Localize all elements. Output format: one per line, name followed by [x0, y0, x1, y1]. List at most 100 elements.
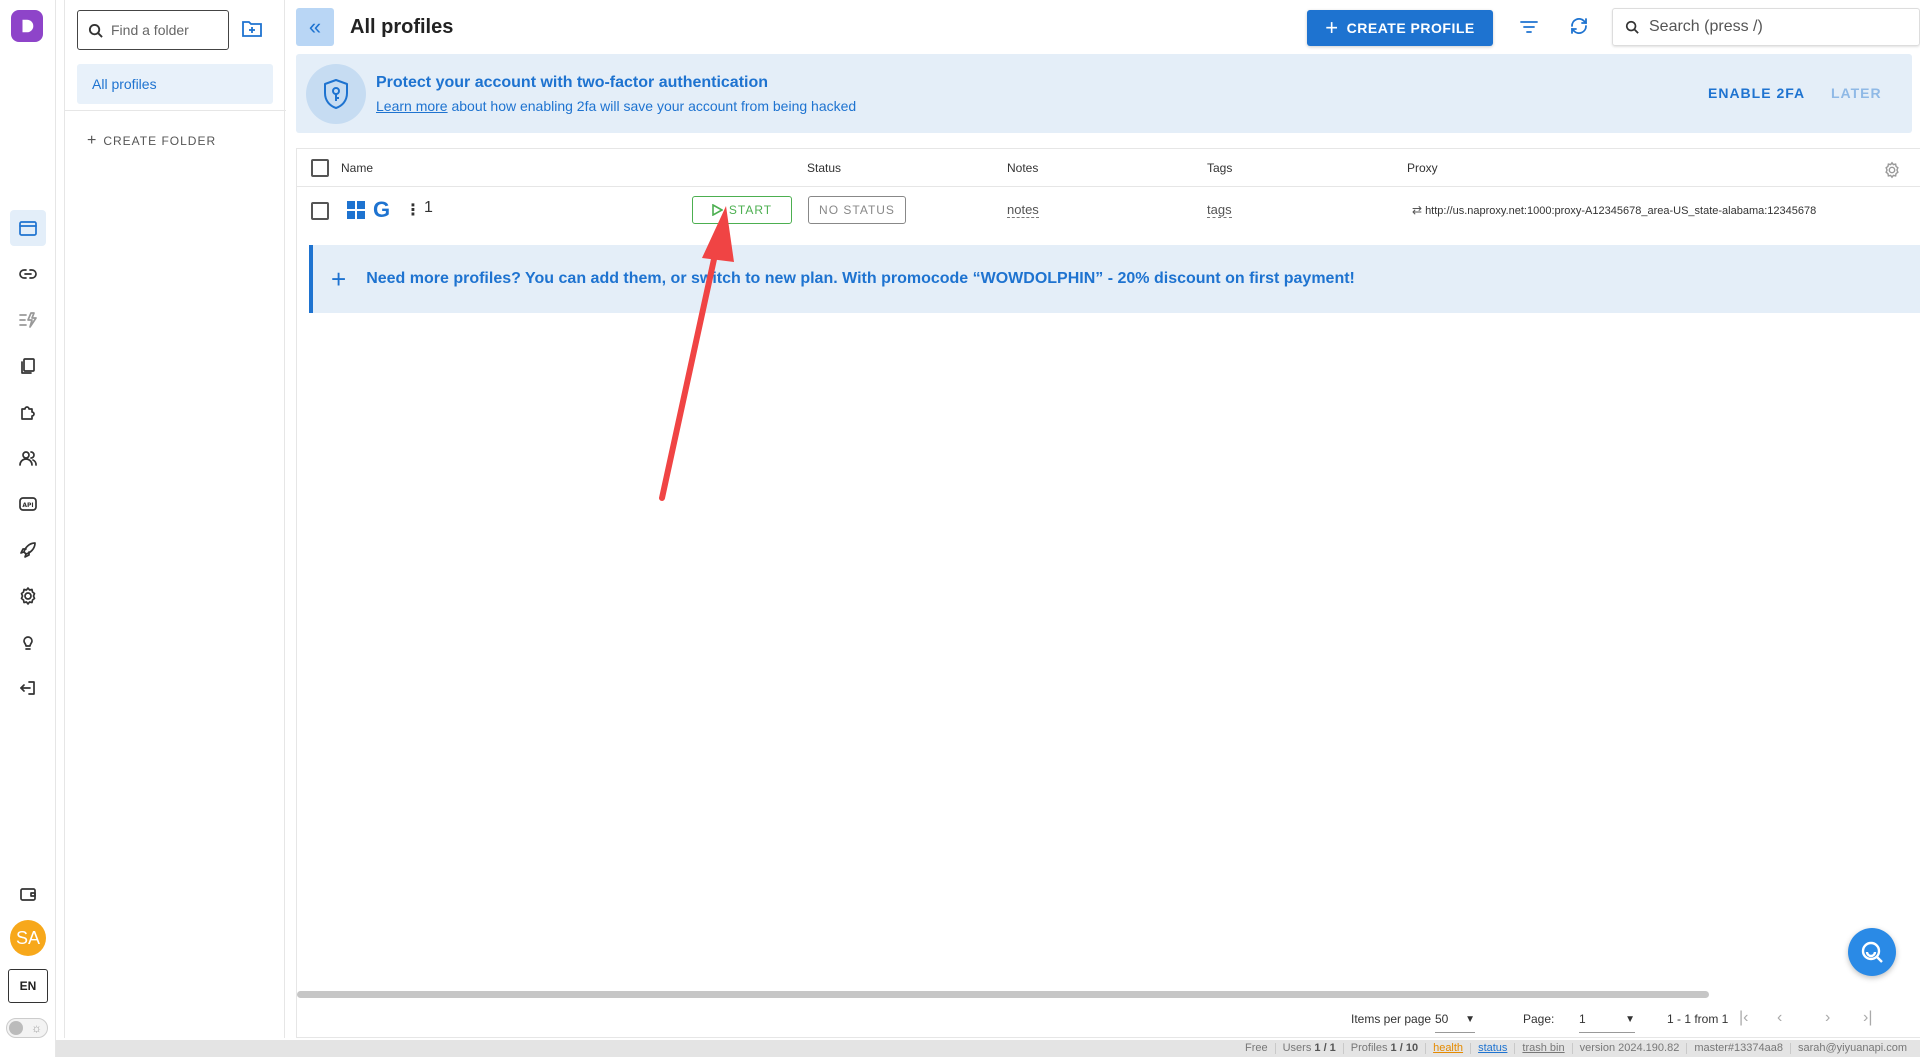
page-select[interactable]: 1 ▼ — [1579, 1012, 1635, 1033]
banner-subtitle-text: about how enabling 2fa will save your ac… — [447, 98, 857, 114]
profile-search-input[interactable] — [1649, 18, 1909, 36]
promo-text: Need more profiles? You can add them, or… — [366, 270, 1355, 287]
table-row[interactable]: G ⋮ 1 START NO STATUS notes tags ⇄ http:/… — [297, 187, 1920, 235]
first-page-icon[interactable]: |‹ — [1739, 1009, 1748, 1027]
wallet-icon[interactable] — [10, 876, 46, 912]
extensions-icon[interactable] — [10, 394, 46, 430]
folder-search-input[interactable] — [111, 22, 221, 38]
account-email: sarah@yiyuanapi.com — [1790, 1043, 1914, 1054]
folder-search[interactable] — [77, 10, 229, 50]
folder-item-all-profiles[interactable]: All profiles — [77, 64, 273, 104]
page-value: 1 — [1579, 1012, 1586, 1026]
row-checkbox[interactable] — [311, 202, 329, 220]
divider — [65, 110, 286, 111]
promo-banner[interactable]: + Need more profiles? You can add them, … — [309, 245, 1920, 313]
page-range: 1 - 1 from 1 — [1667, 1012, 1729, 1026]
windows-icon — [347, 201, 365, 219]
horizontal-scrollbar[interactable] — [297, 991, 1709, 998]
profiles-table: Name Status Notes Tags Proxy G ⋮ 1 START… — [296, 148, 1920, 1038]
select-all-checkbox[interactable] — [311, 159, 329, 177]
main-content: « All profiles + CREATE PROFILE Protect … — [296, 0, 1920, 1038]
status-badge[interactable]: NO STATUS — [808, 196, 906, 224]
logout-icon[interactable] — [10, 670, 46, 706]
help-chat-button[interactable] — [1848, 928, 1896, 976]
pagination: Items per page 50 ▼ Page: 1 ▼ 1 - 1 from 1… — [297, 1001, 1920, 1037]
svg-text:API: API — [22, 502, 33, 509]
two-factor-banner: Protect your account with two-factor aut… — [296, 54, 1912, 133]
browser-profiles-icon[interactable] — [10, 210, 46, 246]
lightbulb-icon[interactable] — [10, 624, 46, 660]
profile-search[interactable] — [1612, 8, 1920, 46]
trash-bin-link[interactable]: trash bin — [1514, 1043, 1571, 1054]
double-chevron-left-icon: « — [308, 14, 322, 39]
build-label: master#13374aa8 — [1686, 1043, 1790, 1054]
column-settings-icon[interactable] — [1883, 161, 1901, 182]
column-tags[interactable]: Tags — [1207, 161, 1232, 175]
plus-icon: + — [331, 263, 347, 294]
theme-toggle[interactable]: ☼ — [6, 1018, 48, 1038]
items-per-page-label: Items per page — [1351, 1012, 1432, 1026]
start-button[interactable]: START — [692, 196, 792, 224]
plus-icon: + — [1325, 15, 1339, 40]
banner-subtitle: Learn more about how enabling 2fa will s… — [376, 98, 856, 114]
notes-cell[interactable]: notes — [1007, 203, 1039, 218]
create-profile-label: CREATE PROFILE — [1346, 20, 1475, 36]
refresh-icon[interactable] — [1568, 15, 1592, 39]
rocket-icon[interactable] — [10, 532, 46, 568]
play-icon — [712, 204, 723, 216]
column-notes[interactable]: Notes — [1007, 161, 1038, 175]
profile-name[interactable]: 1 — [424, 199, 433, 217]
avatar[interactable]: SA — [10, 920, 46, 956]
column-proxy[interactable]: Proxy — [1407, 161, 1438, 175]
copy-icon[interactable] — [10, 348, 46, 384]
plus-icon: + — [87, 132, 98, 149]
caret-down-icon: ▼ — [1465, 1014, 1475, 1025]
caret-down-icon: ▼ — [1625, 1014, 1635, 1025]
profiles-count: Profiles 1 / 10 — [1342, 1043, 1425, 1054]
column-name[interactable]: Name — [341, 161, 373, 175]
create-folder-button[interactable]: + CREATE FOLDER — [87, 132, 217, 149]
settings-icon[interactable] — [10, 578, 46, 614]
version-label: version 2024.190.82 — [1571, 1043, 1687, 1054]
tags-cell[interactable]: tags — [1207, 203, 1232, 218]
folder-panel: All profiles + CREATE FOLDER — [64, 0, 286, 1038]
prev-page-icon[interactable]: ‹ — [1777, 1009, 1782, 1027]
health-link[interactable]: health — [1425, 1043, 1470, 1054]
icon-rail: API SA EN ☼ — [0, 0, 56, 1057]
column-status[interactable]: Status — [807, 161, 841, 175]
automation-icon[interactable] — [10, 302, 46, 338]
table-header: Name Status Notes Tags Proxy — [297, 149, 1920, 187]
next-page-icon[interactable]: › — [1825, 1009, 1830, 1027]
last-page-icon[interactable]: ›| — [1863, 1009, 1872, 1027]
dolphin-logo[interactable] — [11, 10, 43, 42]
more-options-icon[interactable]: ⋮ — [405, 200, 421, 220]
create-folder-label: CREATE FOLDER — [103, 134, 217, 148]
items-per-page-value: 50 — [1435, 1012, 1449, 1026]
chat-search-icon — [1861, 941, 1883, 963]
enable-2fa-button[interactable]: ENABLE 2FA — [1708, 85, 1805, 101]
search-icon — [88, 23, 103, 38]
page-title: All profiles — [350, 16, 454, 38]
proxy-cell[interactable]: ⇄ http://us.naproxy.net:1000:proxy-A12345… — [1412, 203, 1816, 217]
google-icon: G — [373, 197, 391, 222]
add-folder-icon[interactable] — [241, 18, 265, 40]
banner-title: Protect your account with two-factor aut… — [376, 74, 769, 91]
collapse-sidebar-button[interactable]: « — [296, 8, 334, 46]
learn-more-link[interactable]: Learn more — [376, 98, 448, 114]
items-per-page-select[interactable]: 50 ▼ — [1435, 1012, 1475, 1033]
page-label: Page: — [1523, 1012, 1555, 1026]
language-switch[interactable]: EN — [8, 969, 48, 1003]
proxy-value: http://us.naproxy.net:1000:proxy-A123456… — [1425, 205, 1817, 217]
filter-icon[interactable] — [1518, 16, 1542, 38]
create-profile-button[interactable]: + CREATE PROFILE — [1307, 10, 1493, 46]
status-link[interactable]: status — [1470, 1043, 1514, 1054]
link-icon[interactable] — [10, 256, 46, 292]
search-icon — [1625, 20, 1639, 34]
plan-label: Free — [1244, 1042, 1268, 1054]
swap-arrows-icon: ⇄ — [1412, 203, 1423, 217]
shield-key-icon — [306, 64, 366, 124]
api-icon[interactable]: API — [10, 486, 46, 522]
start-label: START — [728, 203, 773, 217]
later-button[interactable]: LATER — [1831, 85, 1882, 101]
users-icon[interactable] — [10, 440, 46, 476]
